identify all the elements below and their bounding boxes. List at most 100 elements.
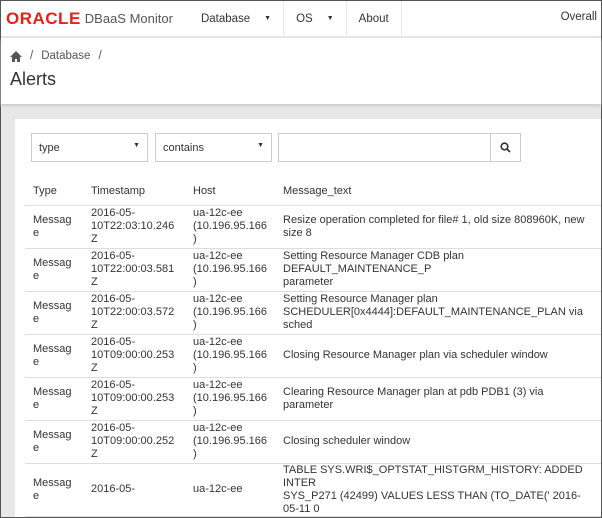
cell-timestamp: 2016-05-	[83, 463, 185, 517]
cell-timestamp: 2016-05- 10T22:03:10.246Z	[83, 205, 185, 249]
search-box	[278, 133, 521, 162]
search-icon	[500, 142, 511, 153]
nav-database[interactable]: Database ▼	[189, 0, 285, 37]
table-row[interactable]: Message 2016-05- 10T09:00:00.253Z ua-12c-…	[25, 334, 601, 378]
message-line: Closing scheduler window	[283, 435, 411, 447]
message-line: Resize operation completed for file# 1, …	[283, 213, 585, 239]
host-name: ua-12c-ee	[193, 422, 243, 434]
cell-type: Message	[25, 463, 83, 517]
host-ip: (10.196.95.166)	[193, 392, 268, 417]
nav-overall[interactable]: Overall	[561, 11, 597, 23]
caret-down-icon: ▼	[264, 15, 272, 22]
cell-message: Closing scheduler window	[275, 420, 601, 464]
cell-timestamp: 2016-05- 10T09:00:00.252Z	[83, 420, 185, 464]
message-line: Clearing Resource Manager plan at pdb PD…	[283, 385, 544, 411]
host-ip: (10.196.95.166)	[193, 306, 268, 331]
cell-host: ua-12c-ee (10.196.95.166)	[185, 334, 275, 378]
cell-type: Message	[25, 377, 83, 421]
message-line: SYS_P271 (42499) VALUES LESS THAN (TO_DA…	[283, 489, 581, 515]
cell-host: ua-12c-ee (10.196.95.166)	[185, 377, 275, 421]
host-name: ua-12c-ee	[193, 250, 243, 262]
caret-down-icon: ▼	[133, 142, 140, 149]
alerts-table: Type Timestamp Host Message_text Message…	[25, 177, 601, 517]
caret-down-icon: ▼	[257, 142, 264, 149]
host-ip: (10.196.95.166)	[193, 435, 268, 460]
caret-down-icon: ▼	[326, 15, 334, 22]
cell-timestamp: 2016-05- 10T09:00:00.253Z	[83, 377, 185, 421]
table-row[interactable]: Message 2016-05- 10T22:00:03.581Z ua-12c-…	[25, 248, 601, 292]
cell-host: ua-12c-ee (10.196.95.166)	[185, 291, 275, 335]
host-name: ua-12c-ee	[193, 379, 243, 391]
cell-message: TABLE SYS.WRI$_OPTSTAT_HISTGRM_HISTORY: …	[275, 463, 601, 517]
alerts-panel: type ▼ contains ▼ Type Timestamp Host Mess…	[15, 119, 601, 517]
host-ip: (10.196.95.166)	[193, 220, 268, 245]
cell-type: Message	[25, 420, 83, 464]
navbar: ORACLE DBaaS Monitor Database ▼ OS ▼ About…	[1, 0, 601, 37]
table-row[interactable]: Message 2016-05- 10T22:00:03.572Z ua-12c-…	[25, 291, 601, 335]
column-header-host[interactable]: Host	[185, 177, 275, 206]
cell-message: Setting Resource Manager plan SCHEDULER[0…	[275, 291, 601, 335]
host-ip: (10.196.95.166)	[193, 349, 268, 374]
search-input[interactable]	[279, 134, 489, 161]
table-row[interactable]: Message 2016-05- ua-12c-ee TABLE SYS.WRI…	[25, 463, 601, 517]
timestamp-date: 2016-05-	[91, 379, 136, 391]
search-button[interactable]	[490, 134, 520, 161]
cell-type: Message	[25, 205, 83, 249]
nav-label: Database	[200, 12, 251, 25]
nav-label: OS	[296, 12, 313, 25]
column-header-type[interactable]: Type	[25, 177, 83, 206]
table-row[interactable]: Message 2016-05- 10T22:03:10.246Z ua-12c-…	[25, 205, 601, 249]
host-name: ua-12c-ee	[193, 336, 243, 348]
host-name: ua-12c-ee	[193, 483, 243, 495]
cell-type: Message	[25, 291, 83, 335]
column-header-timestamp[interactable]: Timestamp	[83, 177, 185, 206]
cell-host: ua-12c-ee (10.196.95.166)	[185, 205, 275, 249]
timestamp-date: 2016-05-	[91, 422, 136, 434]
cell-host: ua-12c-ee (10.196.95.166)	[185, 248, 275, 292]
cell-host: ua-12c-ee	[185, 463, 275, 517]
message-line: parameter	[283, 276, 334, 288]
table-row[interactable]: Message 2016-05- 10T09:00:00.253Z ua-12c-…	[25, 377, 601, 421]
app-brand[interactable]: DBaaS Monitor	[85, 11, 173, 26]
operator-select-value: contains	[163, 142, 204, 154]
cell-type: Message	[25, 334, 83, 378]
cell-message: Clearing Resource Manager plan at pdb PD…	[275, 377, 601, 421]
cell-timestamp: 2016-05- 10T09:00:00.253Z	[83, 334, 185, 378]
host-name: ua-12c-ee	[193, 293, 243, 305]
timestamp-date: 2016-05-	[91, 250, 136, 262]
oracle-logo[interactable]: ORACLE	[6, 9, 81, 29]
timestamp-time: 10T09:00:00.252Z	[91, 435, 175, 460]
timestamp-time: 10T22:03:10.246Z	[91, 220, 175, 245]
nav-os[interactable]: OS ▼	[284, 0, 347, 37]
message-line: Closing Resource Manager plan via schedu…	[283, 349, 548, 361]
timestamp-time: 10T09:00:00.253Z	[91, 349, 175, 374]
cell-message: Resize operation completed for file# 1, …	[275, 205, 601, 249]
message-line: TABLE SYS.WRI$_OPTSTAT_HISTGRM_HISTORY: …	[283, 463, 583, 489]
column-header-message[interactable]: Message_text	[275, 177, 601, 206]
cell-type: Message	[25, 248, 83, 292]
cell-host: ua-12c-ee (10.196.95.166)	[185, 420, 275, 464]
home-icon[interactable]	[10, 50, 22, 62]
operator-select[interactable]: contains ▼	[155, 133, 272, 162]
cell-message: Setting Resource Manager CDB plan DEFAUL…	[275, 248, 601, 292]
timestamp-date: 2016-05-	[91, 293, 136, 305]
cell-timestamp: 2016-05- 10T22:00:03.572Z	[83, 291, 185, 335]
nav-label: About	[358, 12, 389, 25]
message-line: Setting Resource Manager CDB plan DEFAUL…	[283, 250, 464, 275]
breadcrumb-database[interactable]: Database	[41, 50, 90, 62]
timestamp-date: 2016-05-	[91, 483, 136, 495]
timestamp-date: 2016-05-	[91, 207, 136, 219]
table-header: Type Timestamp Host Message_text	[25, 177, 601, 206]
field-select-value: type	[39, 142, 60, 154]
field-select[interactable]: type ▼	[31, 133, 148, 162]
message-line: Setting Resource Manager plan	[283, 293, 438, 305]
nav-about[interactable]: About	[347, 0, 402, 37]
table-row[interactable]: Message 2016-05- 10T09:00:00.252Z ua-12c-…	[25, 420, 601, 464]
timestamp-time: 10T22:00:03.572Z	[91, 306, 175, 331]
timestamp-time: 10T09:00:00.253Z	[91, 392, 175, 417]
page-title: Alerts	[10, 69, 57, 89]
host-name: ua-12c-ee	[193, 207, 243, 219]
cell-message: Closing Resource Manager plan via schedu…	[275, 334, 601, 378]
breadcrumb-separator: /	[98, 50, 102, 62]
breadcrumb-separator: /	[30, 50, 34, 62]
